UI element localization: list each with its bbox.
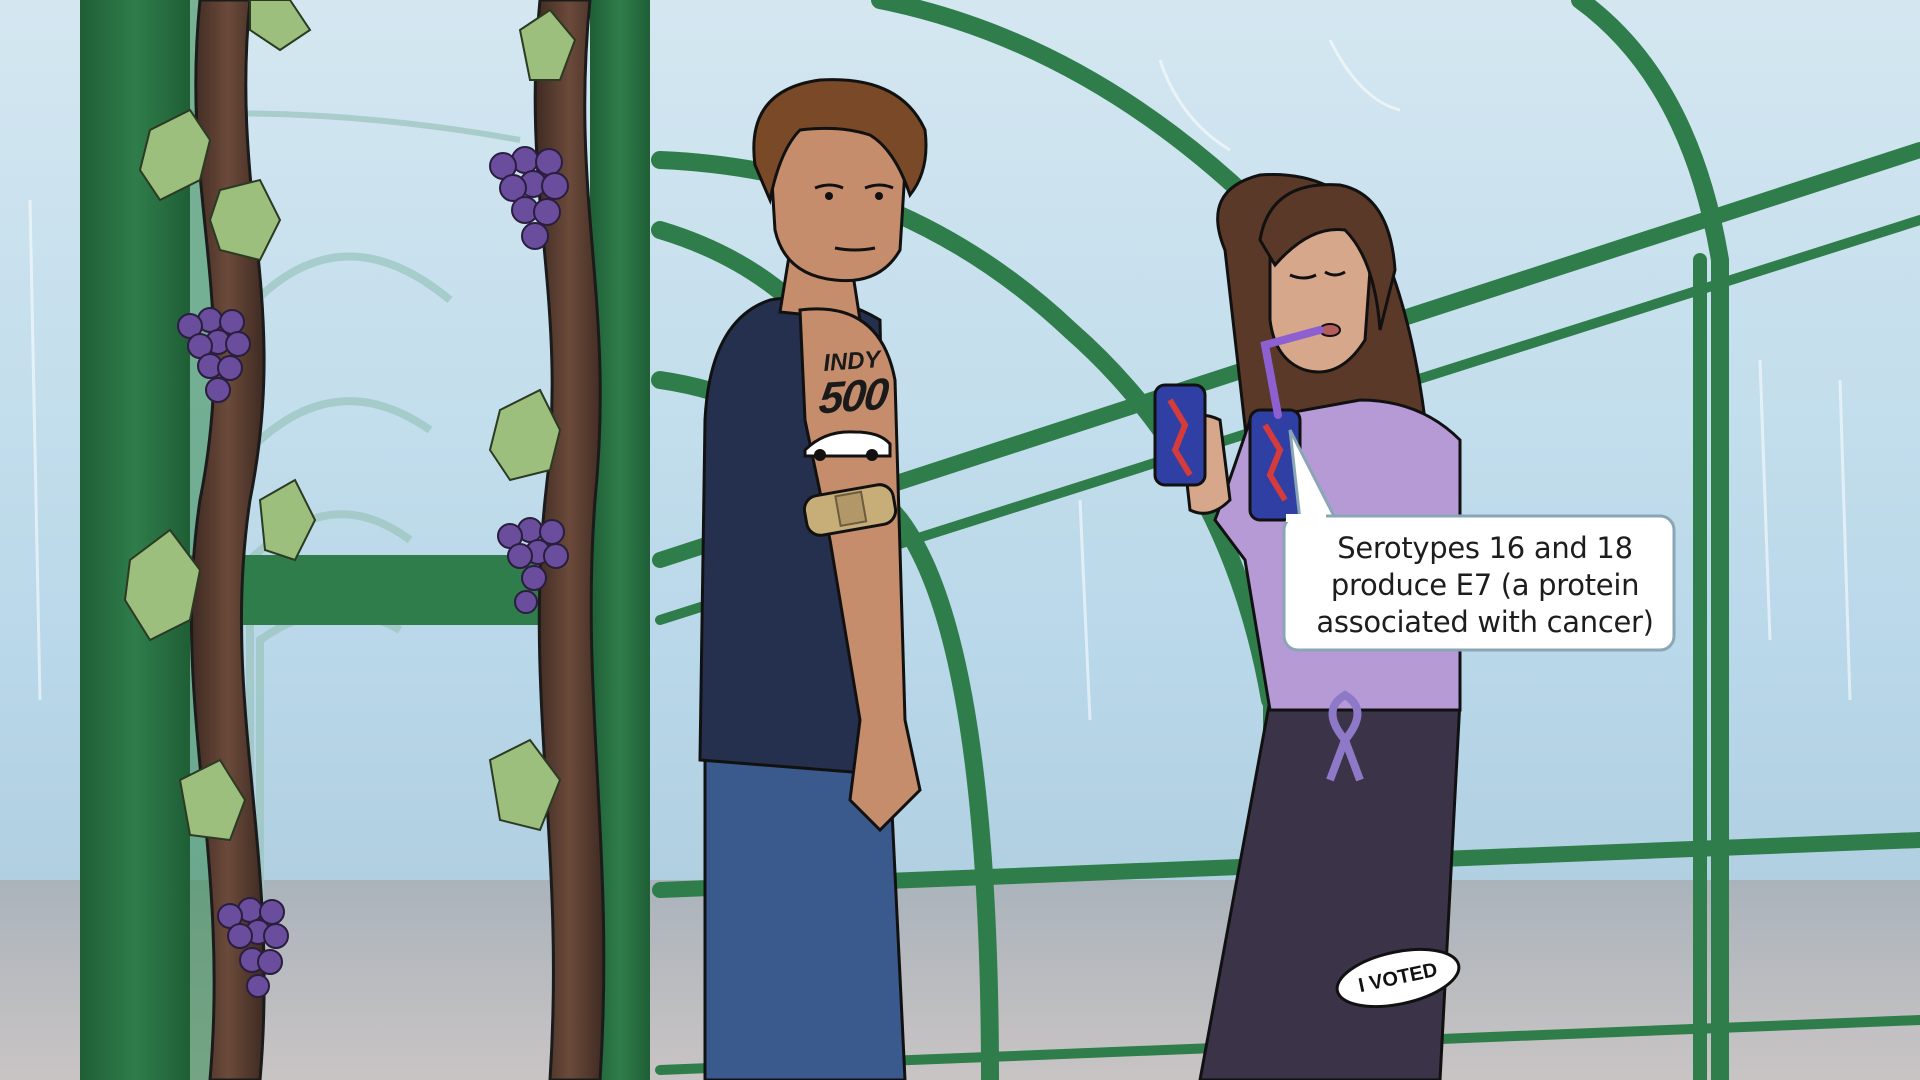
speech-line-3: associated with cancer): [1316, 604, 1654, 639]
comic-scene: INDY 500 Serotypes 16 and 18 produce E7 …: [0, 0, 1920, 1080]
speech-line-2: produce E7 (a protein: [1330, 567, 1640, 602]
tattoo-text-bottom: 500: [816, 369, 890, 424]
speech-bubble-text: Serotypes 16 and 18 produce E7 (a protei…: [1287, 522, 1683, 648]
speech-line-1: Serotypes 16 and 18: [1337, 530, 1633, 565]
floor: [0, 880, 1920, 1080]
